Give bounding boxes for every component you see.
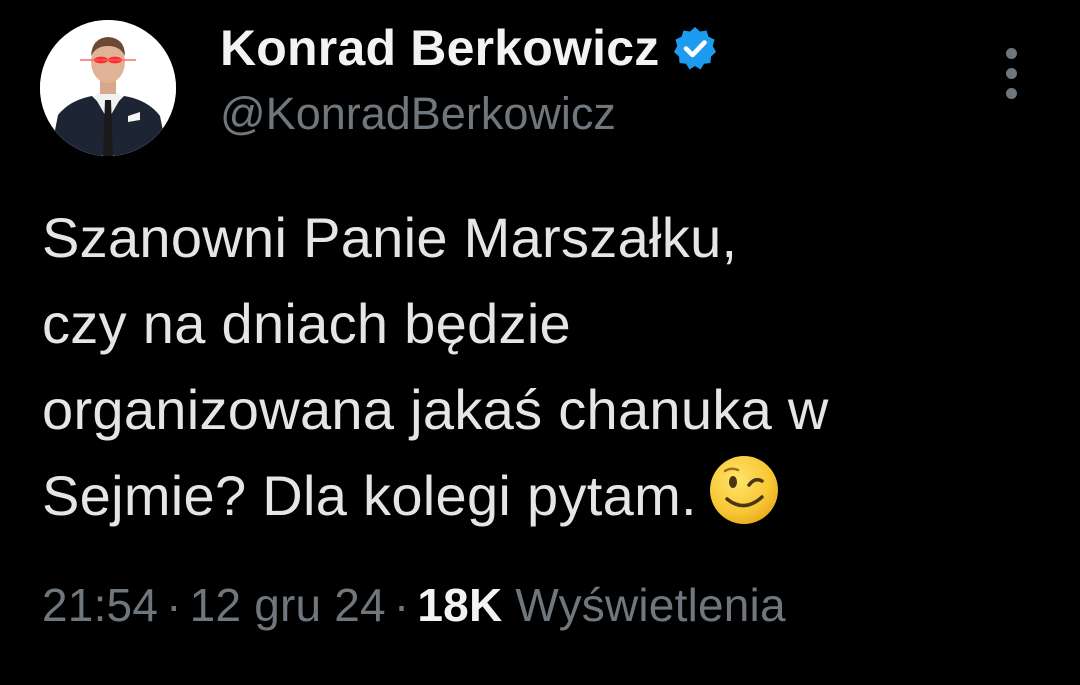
tweet-line: organizowana jakaś chanuka w <box>42 378 829 441</box>
tweet-time[interactable]: 21:54 <box>42 579 158 631</box>
tweet-line-last: Sejmie? Dla kolegi pytam. <box>42 453 1052 539</box>
avatar[interactable] <box>40 20 176 156</box>
profile-photo <box>40 20 176 156</box>
tweet-card: Konrad Berkowicz @KonradBerkowicz Szanow… <box>0 0 1080 685</box>
separator-dot: · <box>166 579 182 631</box>
tweet-line: Szanowni Panie Marszałku, <box>42 206 738 269</box>
more-vertical-icon[interactable] <box>998 48 1026 102</box>
views-count[interactable]: 18K <box>417 579 502 631</box>
menu-dot <box>1006 88 1017 99</box>
winking-face-emoji <box>707 453 781 527</box>
tweet-line: czy na dniach będzie <box>42 292 572 355</box>
separator-dot: · <box>393 579 410 631</box>
tweet-text: Szanowni Panie Marszałku, czy na dniach … <box>42 195 1052 539</box>
views-label[interactable]: Wyświetlenia <box>515 579 785 631</box>
tweet-date[interactable]: 12 gru 24 <box>190 579 386 631</box>
tweet-line-text: Sejmie? Dla kolegi pytam. <box>42 464 697 527</box>
menu-dot <box>1006 48 1017 59</box>
author-name-row: Konrad Berkowicz <box>220 18 719 78</box>
tweet-meta: 21:54 · 12 gru 24 · 18K Wyświetlenia <box>42 578 786 632</box>
menu-dot <box>1006 68 1017 79</box>
author-display-name[interactable]: Konrad Berkowicz <box>220 19 659 77</box>
author-handle[interactable]: @KonradBerkowicz <box>220 88 616 140</box>
verified-badge-icon[interactable] <box>671 24 719 72</box>
